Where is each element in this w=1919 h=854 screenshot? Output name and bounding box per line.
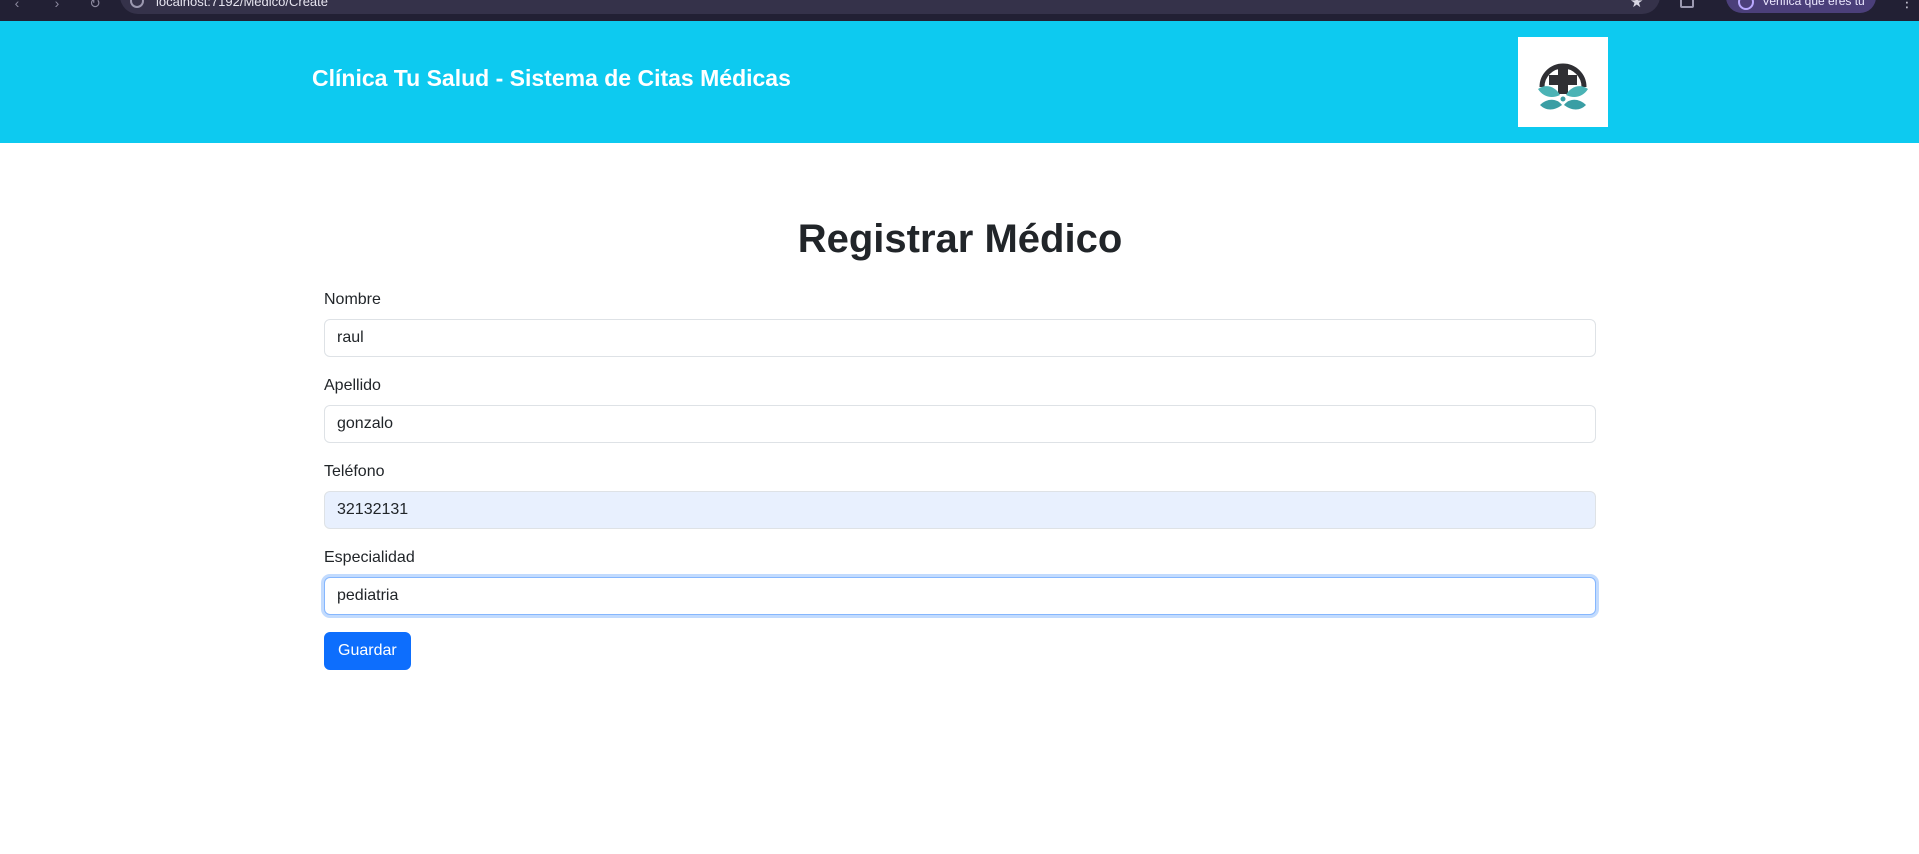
nombre-input[interactable]	[324, 319, 1596, 357]
forward-icon[interactable]: ›	[48, 0, 66, 12]
guardar-button[interactable]: Guardar	[324, 632, 411, 670]
telefono-input[interactable]	[324, 491, 1596, 529]
nombre-label: Nombre	[324, 291, 381, 308]
clinic-logo	[1518, 37, 1608, 127]
telefono-label: Teléfono	[324, 463, 385, 480]
page-title: Registrar Médico	[797, 217, 1123, 261]
especialidad-label: Especialidad	[324, 549, 415, 566]
back-icon[interactable]: ‹	[8, 0, 26, 12]
especialidad-input[interactable]	[324, 577, 1596, 615]
address-bar[interactable]	[120, 0, 1660, 14]
site-header: Clínica Tu Salud - Sistema de Citas Médi…	[0, 21, 1919, 143]
address-bar-url[interactable]: localhost:7192/Medico/Create	[156, 0, 328, 9]
reload-icon[interactable]: ↻	[86, 0, 104, 12]
profile-chip-label[interactable]: Verifica que eres tú	[1762, 0, 1865, 8]
apellido-label: Apellido	[324, 377, 381, 394]
medical-cross-leaves-logo-icon	[1538, 63, 1588, 110]
browser-menu-icon[interactable]: ⋮	[1900, 0, 1914, 11]
extensions-icon[interactable]	[1680, 0, 1694, 8]
bookmark-star-icon[interactable]: ★	[1630, 0, 1643, 11]
browser-toolbar: ‹ › ↻ localhost:7192/Medico/Create ★ Ver…	[0, 0, 1919, 21]
apellido-input[interactable]	[324, 405, 1596, 443]
site-title[interactable]: Clínica Tu Salud - Sistema de Citas Médi…	[312, 65, 791, 92]
